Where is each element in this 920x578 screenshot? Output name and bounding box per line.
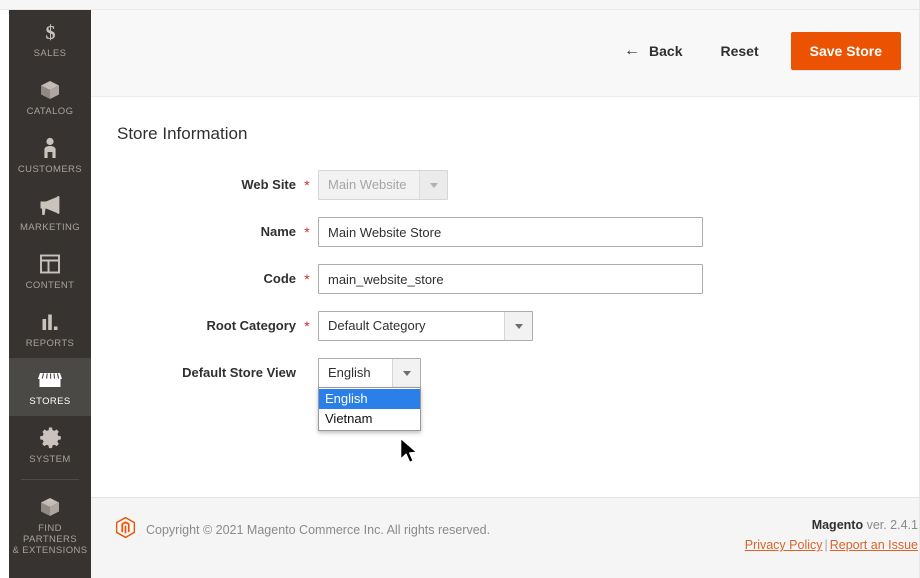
website-label: Web Site (241, 177, 296, 192)
name-label: Name (260, 224, 296, 239)
page-actions-bar: ← Back Reset Save Store (91, 10, 920, 97)
extension-icon (11, 494, 89, 520)
sidebar-item-catalog[interactable]: CATALOG (9, 68, 91, 126)
magento-logo-icon (115, 516, 136, 543)
required-marker: * (304, 224, 310, 240)
top-bar (0, 0, 920, 10)
footer-links: Privacy Policy | Report an Issue (745, 535, 918, 555)
default-store-view-select[interactable]: English (318, 358, 421, 388)
sidebar-item-label: CUSTOMERS (17, 164, 83, 175)
layout-icon (11, 251, 89, 277)
privacy-policy-link[interactable]: Privacy Policy (745, 538, 823, 552)
website-select-value: Main Website (328, 177, 407, 192)
website-select: Main Website (318, 170, 448, 200)
sidebar-item-sales[interactable]: $ SALES (9, 10, 91, 68)
dropdown-option-english[interactable]: English (319, 389, 420, 409)
page-title: Store Information (117, 124, 248, 143)
sidebar-item-label: CATALOG (26, 106, 74, 117)
chevron-down-icon (392, 359, 420, 387)
sidebar-item-content[interactable]: CONTENT (9, 242, 91, 300)
root-category-select-value: Default Category (328, 318, 426, 333)
version-text: Magento ver. 2.4.1 (745, 515, 918, 535)
person-icon (11, 135, 89, 161)
default-store-view-dropdown-list[interactable]: English Vietnam (318, 387, 421, 431)
reset-button[interactable]: Reset (700, 36, 778, 66)
megaphone-icon (11, 193, 89, 219)
chevron-down-icon (504, 312, 532, 340)
name-input[interactable] (318, 217, 703, 247)
sidebar-item-label-2: & EXTENSIONS (12, 545, 88, 556)
root-category-label: Root Category (206, 318, 296, 333)
sidebar-item-label: SALES (33, 48, 67, 59)
default-store-view-select-value: English (328, 365, 371, 380)
dropdown-option-vietnam[interactable]: Vietnam (319, 409, 420, 429)
store-information-section: Store Information Web Site * Main Websit… (91, 97, 920, 487)
back-button[interactable]: ← Back (606, 36, 700, 66)
page-footer: Copyright © 2021 Magento Commerce Inc. A… (91, 497, 920, 578)
field-row-root-category: Root Category * Default Category (91, 311, 920, 341)
copyright-text: Copyright © 2021 Magento Commerce Inc. A… (146, 523, 491, 537)
box-icon (11, 77, 89, 103)
dollar-icon: $ (11, 19, 89, 45)
code-input[interactable] (318, 264, 703, 294)
sidebar-item-system[interactable]: SYSTEM (9, 416, 91, 474)
field-row-code: Code * (91, 264, 920, 294)
arrow-left-icon: ← (624, 42, 641, 59)
sidebar-item-label: CONTENT (25, 280, 75, 291)
sidebar-item-label: SYSTEM (29, 454, 71, 465)
sidebar-item-label: STORES (29, 396, 71, 407)
save-store-button[interactable]: Save Store (790, 32, 901, 70)
sidebar-item-marketing[interactable]: MARKETING (9, 184, 91, 242)
sidebar-item-customers[interactable]: CUSTOMERS (9, 126, 91, 184)
field-row-default-store-view: Default Store View English English Vietn… (91, 358, 920, 431)
brand-name: Magento (811, 518, 864, 532)
main-content: ← Back Reset Save Store Store Informatio… (91, 10, 920, 578)
code-label: Code (263, 271, 297, 286)
admin-sidebar: $ SALES CATALOG CUSTOMERS MARKETING CONT… (9, 10, 91, 578)
required-marker: * (304, 177, 310, 193)
bar-chart-icon (11, 309, 89, 335)
sidebar-item-stores[interactable]: STORES (9, 358, 91, 416)
gear-icon (11, 425, 89, 451)
default-store-view-label: Default Store View (182, 365, 296, 380)
version-number: ver. 2.4.1 (866, 518, 918, 532)
chevron-down-icon (419, 171, 447, 199)
sidebar-item-label: FIND PARTNERS (22, 523, 78, 545)
back-button-label: Back (649, 43, 683, 59)
field-row-name: Name * (91, 217, 920, 247)
sidebar-item-label: MARKETING (19, 222, 81, 233)
root-category-select[interactable]: Default Category (318, 311, 533, 341)
sidebar-item-find-partners-extensions[interactable]: FIND PARTNERS & EXTENSIONS (9, 485, 91, 565)
links-separator: | (824, 538, 828, 552)
field-row-website: Web Site * Main Website (91, 170, 920, 200)
required-marker: * (304, 271, 310, 287)
svg-text:$: $ (45, 22, 55, 43)
required-marker: * (304, 318, 310, 334)
sidebar-item-reports[interactable]: REPORTS (9, 300, 91, 358)
magento-admin-store-edit-page: $ SALES CATALOG CUSTOMERS MARKETING CONT… (0, 0, 920, 578)
storefront-icon (11, 367, 89, 393)
sidebar-item-label: REPORTS (25, 338, 75, 349)
report-issue-link[interactable]: Report an Issue (830, 538, 918, 552)
sidebar-divider (21, 479, 79, 480)
